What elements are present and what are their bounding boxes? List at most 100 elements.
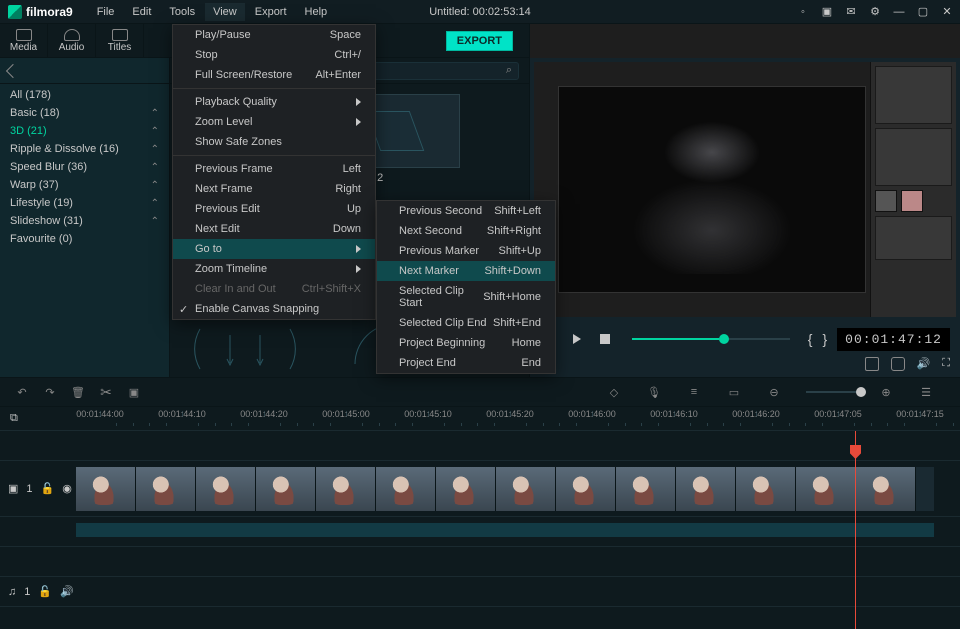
- menuitem-stop[interactable]: StopCtrl+/: [173, 45, 375, 65]
- check-icon: ✓: [179, 303, 188, 316]
- audio-waveform[interactable]: [76, 523, 934, 537]
- tab-audio[interactable]: Audio: [48, 24, 96, 57]
- mute-icon[interactable]: 🔊: [60, 585, 74, 598]
- zoom-slider[interactable]: [806, 391, 866, 393]
- menuitem-show-safe-zones[interactable]: Show Safe Zones: [173, 132, 375, 152]
- zoom-out-button[interactable]: ⊖: [766, 384, 782, 400]
- crop-button[interactable]: ▣: [126, 384, 142, 400]
- chevron-up-icon: ⌃: [151, 126, 159, 137]
- menuitem-full-screen-restore[interactable]: Full Screen/RestoreAlt+Enter: [173, 65, 375, 85]
- close-button[interactable]: ✕: [940, 5, 954, 19]
- sidebar-item-lifestyle[interactable]: Lifestyle (19)⌃: [0, 194, 169, 212]
- menu-file[interactable]: File: [89, 3, 123, 21]
- redo-button[interactable]: ↷: [42, 384, 58, 400]
- visibility-icon[interactable]: ◉: [62, 482, 72, 495]
- preview-seek-slider[interactable]: [632, 338, 790, 340]
- chevron-up-icon: ⌃: [151, 216, 159, 227]
- menu-help[interactable]: Help: [297, 3, 336, 21]
- menuitem-zoom-timeline[interactable]: Zoom Timeline: [173, 259, 375, 279]
- menuitem-enable-canvas-snapping[interactable]: ✓Enable Canvas Snapping: [173, 299, 375, 319]
- video-track[interactable]: ▣ 1 🔓 ◉: [0, 461, 960, 517]
- user-icon[interactable]: ◦: [796, 5, 810, 19]
- project-title: Untitled: 00:02:53:14: [429, 6, 531, 18]
- lock-icon[interactable]: 🔓: [38, 585, 52, 598]
- tab-media[interactable]: Media: [0, 24, 48, 57]
- video-audio-track[interactable]: [0, 517, 960, 547]
- menu-edit[interactable]: Edit: [124, 3, 159, 21]
- menu-tools[interactable]: Tools: [161, 3, 203, 21]
- menuitem-selected-clip-end[interactable]: Selected Clip EndShift+End: [377, 313, 555, 333]
- fullscreen-icon[interactable]: ⛶: [942, 357, 950, 371]
- save-icon[interactable]: ▣: [820, 5, 834, 19]
- timeline-toolbar: ↶ ↷ 🗑 ✂ ▣ ◇ 🎙 ≡ ▭ ⊖ ⊕ ☰: [0, 377, 960, 407]
- zoom-in-button[interactable]: ⊕: [878, 384, 894, 400]
- mixer-icon[interactable]: ≡: [686, 384, 702, 400]
- playhead[interactable]: [855, 431, 856, 629]
- tab-titles[interactable]: Titles: [96, 24, 144, 57]
- play-button[interactable]: [568, 330, 586, 348]
- menuitem-project-end[interactable]: Project EndEnd: [377, 353, 555, 373]
- display-icon[interactable]: [865, 357, 879, 371]
- preview-panel: { } 00:01:47:12 🔊 ⛶: [529, 58, 960, 377]
- maximize-button[interactable]: ▢: [916, 5, 930, 19]
- menuitem-go-to[interactable]: Go to: [173, 239, 375, 259]
- delete-button[interactable]: 🗑: [70, 384, 86, 400]
- menuitem-project-beginning[interactable]: Project BeginningHome: [377, 333, 555, 353]
- sidebar-item-basic[interactable]: Basic (18)⌃: [0, 104, 169, 122]
- settings-icon[interactable]: ⚙: [868, 5, 882, 19]
- ruler-tick-label: 00:01:45:00: [322, 409, 370, 419]
- menuitem-previous-marker[interactable]: Previous MarkerShift+Up: [377, 241, 555, 261]
- menuitem-clear-in-and-out: Clear In and OutCtrl+Shift+X: [173, 279, 375, 299]
- shortcut-label: Space: [330, 29, 361, 41]
- shortcut-label: Home: [512, 337, 541, 349]
- menuitem-next-frame[interactable]: Next FrameRight: [173, 179, 375, 199]
- mail-icon[interactable]: ✉: [844, 5, 858, 19]
- sidebar-item-3d[interactable]: 3D (21)⌃: [0, 122, 169, 140]
- ruler-tick-label: 00:01:45:10: [404, 409, 452, 419]
- menuitem-next-second[interactable]: Next SecondShift+Right: [377, 221, 555, 241]
- menuitem-playback-quality[interactable]: Playback Quality: [173, 92, 375, 112]
- sidebar-item-favourite[interactable]: Favourite (0): [0, 230, 169, 248]
- preview-viewport[interactable]: [534, 62, 956, 317]
- sidebar-item-warp[interactable]: Warp (37)⌃: [0, 176, 169, 194]
- sidebar-item-speedblur[interactable]: Speed Blur (36)⌃: [0, 158, 169, 176]
- menuitem-previous-edit[interactable]: Previous EditUp: [173, 199, 375, 219]
- shortcut-label: Alt+Enter: [315, 69, 361, 81]
- sidebar-item-all[interactable]: All (178): [0, 86, 169, 104]
- timeline-ruler[interactable]: ⧉ 00:01:44:0000:01:44:1000:01:44:2000:01…: [0, 407, 960, 431]
- marker-icon[interactable]: ◇: [606, 384, 622, 400]
- volume-icon[interactable]: 🔊: [917, 357, 931, 371]
- split-button[interactable]: ✂: [98, 384, 114, 400]
- timeline-settings-icon[interactable]: ☰: [918, 384, 934, 400]
- minimize-button[interactable]: —: [892, 5, 906, 19]
- brace-right[interactable]: }: [822, 331, 827, 347]
- track-manager-icon[interactable]: ⧉: [10, 412, 18, 425]
- lock-icon[interactable]: 🔓: [41, 482, 55, 495]
- video-clip[interactable]: [76, 467, 934, 511]
- render-icon[interactable]: ▭: [726, 384, 742, 400]
- menu-export[interactable]: Export: [247, 3, 295, 21]
- menuitem-selected-clip-start[interactable]: Selected Clip StartShift+Home: [377, 281, 555, 313]
- back-icon[interactable]: [6, 63, 20, 77]
- sidebar-item-ripple[interactable]: Ripple & Dissolve (16)⌃: [0, 140, 169, 158]
- chevron-up-icon: ⌃: [151, 180, 159, 191]
- menubar: File Edit Tools View Export Help: [89, 3, 335, 21]
- undo-button[interactable]: ↶: [14, 384, 30, 400]
- stop-button[interactable]: [596, 330, 614, 348]
- sidebar-item-slideshow[interactable]: Slideshow (31)⌃: [0, 212, 169, 230]
- mic-icon[interactable]: 🎙: [646, 384, 662, 400]
- ruler-tick-label: 00:01:47:15: [896, 409, 944, 419]
- menuitem-next-edit[interactable]: Next EditDown: [173, 219, 375, 239]
- menuitem-zoom-level[interactable]: Zoom Level: [173, 112, 375, 132]
- brace-left[interactable]: {: [808, 331, 813, 347]
- submenu-arrow-icon: [356, 265, 361, 273]
- snapshot-icon[interactable]: [891, 357, 905, 371]
- menu-view[interactable]: View: [205, 3, 245, 21]
- menuitem-previous-second[interactable]: Previous SecondShift+Left: [377, 201, 555, 221]
- export-button[interactable]: EXPORT: [446, 31, 513, 51]
- audio-track[interactable]: ♫ 1 🔓 🔊: [0, 577, 960, 607]
- menuitem-play-pause[interactable]: Play/PauseSpace: [173, 25, 375, 45]
- menuitem-next-marker[interactable]: Next MarkerShift+Down: [377, 261, 555, 281]
- shortcut-label: Shift+Down: [484, 265, 541, 277]
- menuitem-previous-frame[interactable]: Previous FrameLeft: [173, 159, 375, 179]
